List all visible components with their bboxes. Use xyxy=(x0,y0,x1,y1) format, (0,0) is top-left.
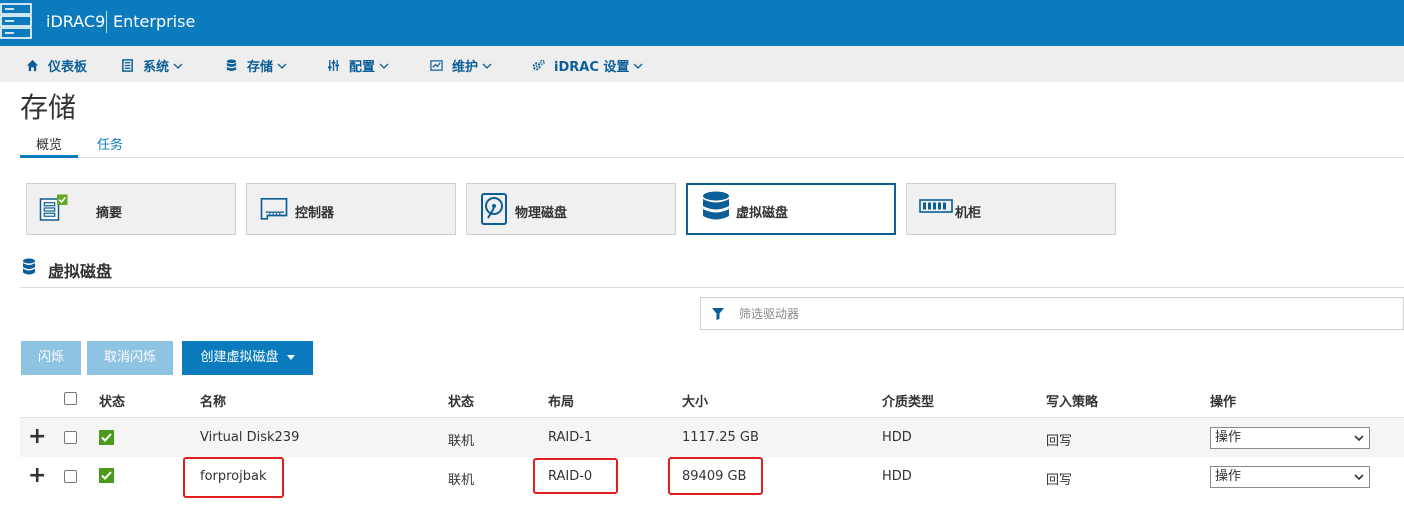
col-name[interactable]: 名称 xyxy=(200,391,226,410)
nav-label: 系统 xyxy=(143,60,170,75)
chevron-down-icon xyxy=(173,63,183,69)
row-checkbox[interactable] xyxy=(64,470,77,483)
col-layout[interactable]: 布局 xyxy=(548,391,574,410)
create-virtual-disk-button[interactable]: 创建虚拟磁盘 xyxy=(182,341,313,375)
chevron-down-icon xyxy=(277,63,287,69)
server-rack-icon xyxy=(0,3,32,39)
actions-select[interactable]: 操作 xyxy=(1210,427,1370,449)
funnel-icon xyxy=(712,308,724,320)
brand-name: iDRAC9 xyxy=(46,12,106,31)
physical-disk-icon xyxy=(481,193,507,225)
summary-icon xyxy=(39,194,68,221)
enclosure-icon xyxy=(919,199,953,213)
highlight-box-name xyxy=(183,457,284,498)
highlight-box-layout xyxy=(533,458,618,494)
nav-label: 仪表板 xyxy=(48,60,88,75)
nav-label: 维护 xyxy=(452,60,479,75)
col-actions: 操作 xyxy=(1210,395,1237,410)
chevron-down-icon xyxy=(633,63,643,69)
chevron-down-icon xyxy=(1354,474,1364,480)
gears-icon xyxy=(532,59,545,71)
card-virtual-disks[interactable]: 虚拟磁盘 xyxy=(686,183,896,235)
home-icon xyxy=(26,59,39,72)
actions-select-value: 操作 xyxy=(1215,430,1242,445)
caret-down-icon xyxy=(286,355,295,360)
database-icon xyxy=(226,59,237,72)
server-icon xyxy=(122,59,133,72)
status-ok-icon xyxy=(99,468,114,483)
col-status[interactable]: 状态 xyxy=(99,391,125,410)
filter-box xyxy=(700,297,1404,330)
nav-label: iDRAC 设置 xyxy=(554,60,630,75)
chart-icon xyxy=(430,60,443,71)
nav-label: 存储 xyxy=(247,60,274,75)
card-controllers[interactable]: 控制器 xyxy=(246,183,456,235)
card-label: 机柜 xyxy=(955,206,982,221)
card-label: 物理磁盘 xyxy=(515,206,568,221)
nav-label: 配置 xyxy=(349,60,376,75)
nav-system[interactable]: 系统 xyxy=(121,56,183,75)
status-ok-icon xyxy=(99,430,114,445)
row-checkbox[interactable] xyxy=(64,431,77,444)
col-write-policy[interactable]: 写入策略 xyxy=(1046,391,1098,410)
nav-storage[interactable]: 存储 xyxy=(225,56,287,75)
disk-write-policy: 回写 xyxy=(1046,473,1073,488)
tab-jobs[interactable]: 任务 xyxy=(97,134,123,153)
nav-dashboard[interactable]: 仪表板 xyxy=(26,56,87,75)
disk-write-policy: 回写 xyxy=(1046,434,1073,449)
card-label: 控制器 xyxy=(295,206,335,221)
unblink-button[interactable]: 取消闪烁 xyxy=(87,341,173,375)
page-title: 存储 xyxy=(20,91,77,124)
select-all-checkbox[interactable] xyxy=(64,392,77,405)
col-media-type[interactable]: 介质类型 xyxy=(882,391,934,410)
top-header: iDRAC9 Enterprise xyxy=(0,0,1404,46)
database-icon xyxy=(23,258,35,275)
card-enclosures[interactable]: 机柜 xyxy=(906,183,1116,235)
edition-label: Enterprise xyxy=(113,12,196,31)
blink-button[interactable]: 闪烁 xyxy=(21,341,81,375)
chevron-down-icon xyxy=(482,63,492,69)
card-physical-disks[interactable]: 物理磁盘 xyxy=(466,183,676,235)
card-label: 摘要 xyxy=(96,206,123,221)
col-size[interactable]: 大小 xyxy=(682,391,708,410)
nav-maintenance[interactable]: 维护 xyxy=(430,56,492,75)
actions-select[interactable]: 操作 xyxy=(1210,466,1370,488)
disk-size: 1117.25 GB xyxy=(682,430,759,445)
virtual-disks-section-heading: 虚拟磁盘 xyxy=(20,258,1404,288)
nav-configuration[interactable]: 配置 xyxy=(327,56,389,75)
card-summary[interactable]: 摘要 xyxy=(26,183,236,235)
disk-state: 联机 xyxy=(448,473,475,488)
expand-icon[interactable]: + xyxy=(28,463,46,488)
chevron-down-icon xyxy=(379,63,389,69)
sliders-icon xyxy=(327,59,340,72)
nav-idrac-settings[interactable]: iDRAC 设置 xyxy=(532,56,643,75)
section-title: 虚拟磁盘 xyxy=(48,262,113,281)
virtual-disk-icon xyxy=(703,191,729,220)
chevron-down-icon xyxy=(1354,435,1364,441)
expand-icon[interactable]: + xyxy=(28,424,46,449)
actions-select-value: 操作 xyxy=(1215,469,1242,484)
controller-icon xyxy=(260,198,288,220)
highlight-box-size xyxy=(668,457,763,495)
disk-media: HDD xyxy=(882,430,912,445)
page-tabs: 概览 任务 xyxy=(20,130,1404,158)
table-header: 状态 名称 状态 布局 大小 介质类型 写入策略 操作 xyxy=(20,380,1404,418)
card-label: 虚拟磁盘 xyxy=(736,206,789,221)
table-row: + Virtual Disk239 联机 RAID-1 1117.25 GB H… xyxy=(20,418,1404,457)
disk-layout: RAID-1 xyxy=(548,430,593,445)
header-divider xyxy=(106,11,107,33)
tab-overview[interactable]: 概览 xyxy=(20,134,78,158)
disk-media: HDD xyxy=(882,469,912,484)
col-state[interactable]: 状态 xyxy=(448,391,474,410)
main-nav: 仪表板 系统 存储 配置 维护 iDRAC 设置 xyxy=(0,46,1404,82)
disk-name: Virtual Disk239 xyxy=(200,430,300,445)
disk-state: 联机 xyxy=(448,434,475,449)
filter-drives-input[interactable] xyxy=(739,304,1339,324)
create-virtual-disk-label: 创建虚拟磁盘 xyxy=(200,350,279,365)
